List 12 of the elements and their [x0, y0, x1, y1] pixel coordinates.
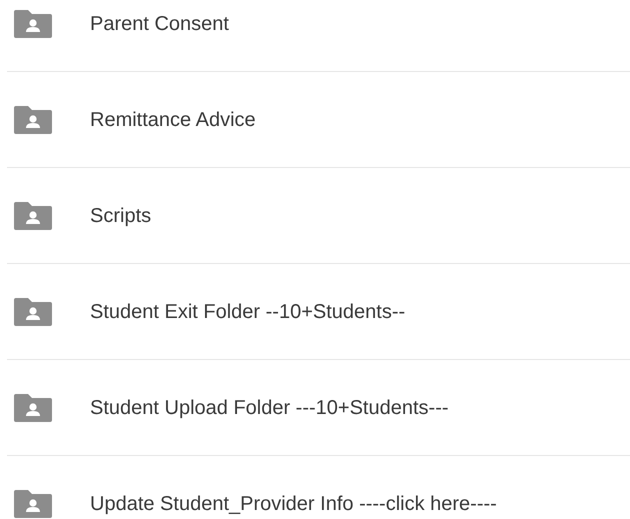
- folder-name[interactable]: Remittance Advice: [90, 108, 256, 132]
- shared-folder-icon: [13, 393, 53, 423]
- shared-folder-icon: [13, 201, 53, 231]
- shared-folder-icon: [13, 9, 53, 39]
- folder-name[interactable]: Parent Consent: [90, 12, 229, 36]
- shared-folder-icon: [13, 489, 53, 519]
- folder-name[interactable]: Student Upload Folder ---10+Students---: [90, 396, 449, 420]
- folder-name[interactable]: Update Student_Provider Info ----click here----: [90, 492, 497, 516]
- shared-folder-icon: [13, 297, 53, 327]
- folder-name[interactable]: Scripts: [90, 204, 152, 228]
- shared-folder-icon: [13, 105, 53, 135]
- folder-name[interactable]: Student Exit Folder --10+Students--: [90, 300, 406, 324]
